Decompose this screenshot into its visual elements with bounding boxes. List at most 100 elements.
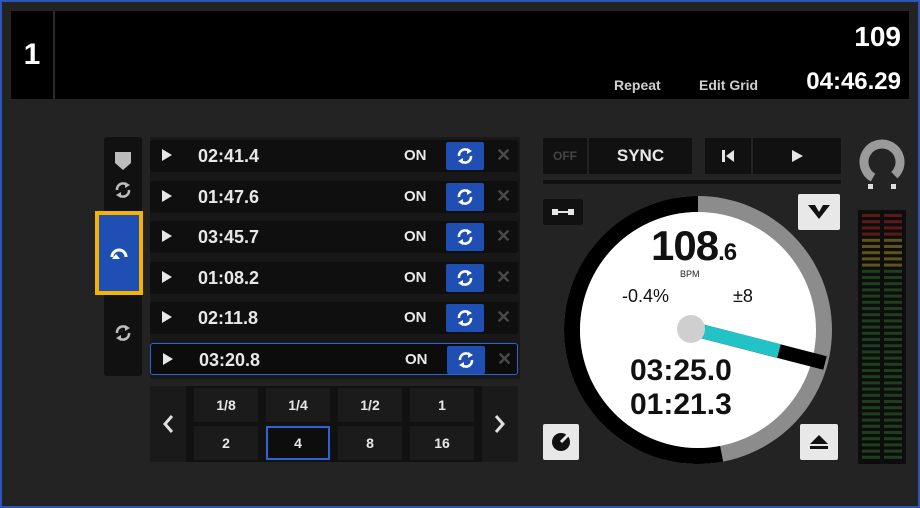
- meter-segment: [884, 400, 902, 403]
- sync-button[interactable]: SYNC: [589, 138, 692, 174]
- close-icon[interactable]: ✕: [497, 349, 512, 370]
- loop-toggle-button[interactable]: [446, 304, 484, 332]
- loop-length-1[interactable]: 1: [410, 388, 474, 422]
- meter-segment: [862, 276, 880, 279]
- meter-segment: [862, 307, 880, 310]
- loop-on-toggle[interactable]: ON: [404, 188, 427, 205]
- loop-length-1-4[interactable]: 1/4: [266, 388, 330, 422]
- meter-segment: [862, 362, 880, 366]
- gain-knob[interactable]: [855, 138, 909, 192]
- close-icon[interactable]: ✕: [496, 145, 511, 166]
- loop-length-prev-button[interactable]: [150, 386, 186, 462]
- meter-segment: [862, 387, 880, 391]
- loop-length-2[interactable]: 2: [194, 426, 258, 460]
- loop-on-toggle[interactable]: ON: [404, 228, 427, 245]
- meter-segment: [884, 220, 902, 224]
- play-icon[interactable]: [163, 352, 173, 365]
- meter-segment: [884, 369, 902, 372]
- loop-icon: [457, 148, 473, 164]
- meter-segment: [862, 431, 880, 434]
- meter-segment: [862, 424, 880, 428]
- meter-segment: [884, 381, 902, 385]
- loop-row[interactable]: 01:08.2 ON ✕: [150, 261, 518, 294]
- eject-button[interactable]: [800, 424, 838, 460]
- meter-segment: [862, 369, 880, 372]
- meter-segment: [862, 455, 880, 459]
- loop-row[interactable]: 01:47.6 ON ✕: [150, 180, 518, 213]
- roll-mode-button[interactable]: [95, 211, 143, 295]
- loop-length-4[interactable]: 4: [266, 426, 330, 460]
- meter-segment: [884, 418, 902, 422]
- close-icon[interactable]: ✕: [496, 186, 511, 207]
- play-icon[interactable]: [162, 230, 172, 242]
- meter-segment: [884, 251, 902, 255]
- meter-segment: [862, 437, 880, 441]
- loop-toggle-button[interactable]: [447, 345, 485, 374]
- loop-length-1-2[interactable]: 1/2: [338, 388, 402, 422]
- meter-segment: [862, 412, 880, 416]
- meter-segment: [862, 449, 880, 453]
- loop-icon: [115, 325, 131, 341]
- meter-segment: [884, 276, 902, 279]
- meter-segment: [862, 313, 880, 317]
- edit-grid-link[interactable]: Edit Grid: [699, 77, 758, 93]
- meter-segment: [884, 226, 902, 230]
- meter-segment: [884, 307, 902, 310]
- meter-segment: [884, 362, 902, 366]
- meter-segment: [884, 437, 902, 441]
- platter-mode-button[interactable]: [543, 424, 579, 460]
- loop-row[interactable]: 02:41.4 ON ✕: [150, 140, 518, 172]
- loop-length-16[interactable]: 16: [410, 426, 474, 460]
- loop-on-toggle[interactable]: ON: [405, 351, 428, 368]
- play-icon[interactable]: [162, 189, 172, 202]
- loop-mode-button[interactable]: [104, 175, 142, 205]
- platter-bpm-decimal: .6: [718, 239, 737, 266]
- close-icon[interactable]: ✕: [496, 307, 511, 328]
- loop-toggle-button[interactable]: [446, 263, 484, 292]
- loop-toggle-button[interactable]: [446, 182, 484, 211]
- slip-loop-button[interactable]: [104, 313, 142, 353]
- close-icon[interactable]: ✕: [496, 226, 511, 247]
- keylock-button[interactable]: [543, 199, 583, 225]
- loop-length-next-button[interactable]: [482, 386, 518, 462]
- repeat-link[interactable]: Repeat: [614, 77, 661, 93]
- meter-segment: [862, 232, 880, 236]
- play-icon: [792, 150, 803, 162]
- sync-off-button[interactable]: OFF: [543, 138, 587, 174]
- play-icon[interactable]: [162, 270, 172, 283]
- pitch-range[interactable]: ±8: [733, 286, 753, 307]
- meter-segment: [862, 325, 880, 329]
- loop-toggle-button[interactable]: [446, 142, 484, 170]
- loop-time: 01:08.2: [198, 267, 260, 288]
- meter-segment: [884, 214, 902, 217]
- meter-segment: [862, 220, 880, 224]
- meter-segment: [884, 282, 902, 286]
- loop-on-toggle[interactable]: ON: [404, 147, 427, 164]
- loop-on-toggle[interactable]: ON: [404, 269, 427, 286]
- loop-toggle-button[interactable]: [446, 223, 484, 251]
- meter-segment: [884, 406, 902, 410]
- previous-button[interactable]: [705, 138, 751, 174]
- loop-row[interactable]: 02:11.8 ON ✕: [150, 302, 518, 334]
- deck-header: 1 109 Repeat Edit Grid 04:46.29: [11, 11, 909, 99]
- play-icon[interactable]: [162, 311, 172, 323]
- meter-segment: [862, 263, 880, 267]
- meter-segment: [862, 238, 880, 242]
- meter-segment: [862, 381, 880, 385]
- loop-row[interactable]: 03:45.7 ON ✕: [150, 221, 518, 253]
- loop-length-8[interactable]: 8: [338, 426, 402, 460]
- play-button[interactable]: [753, 138, 841, 174]
- meter-segment: [862, 251, 880, 255]
- loop-length-1-8[interactable]: 1/8: [194, 388, 258, 422]
- meter-segment: [862, 257, 880, 261]
- loop-on-toggle[interactable]: ON: [404, 309, 427, 326]
- hotcue-mode-button[interactable]: [104, 143, 142, 179]
- skip-back-icon: [722, 150, 734, 162]
- play-icon[interactable]: [162, 149, 172, 161]
- loop-row[interactable]: 03:20.8 ON ✕: [150, 342, 518, 375]
- eject-icon: [810, 435, 828, 449]
- tempo-button[interactable]: [798, 194, 840, 230]
- close-icon[interactable]: ✕: [496, 267, 511, 288]
- meter-segment: [884, 325, 902, 329]
- roll-icon: [110, 248, 128, 259]
